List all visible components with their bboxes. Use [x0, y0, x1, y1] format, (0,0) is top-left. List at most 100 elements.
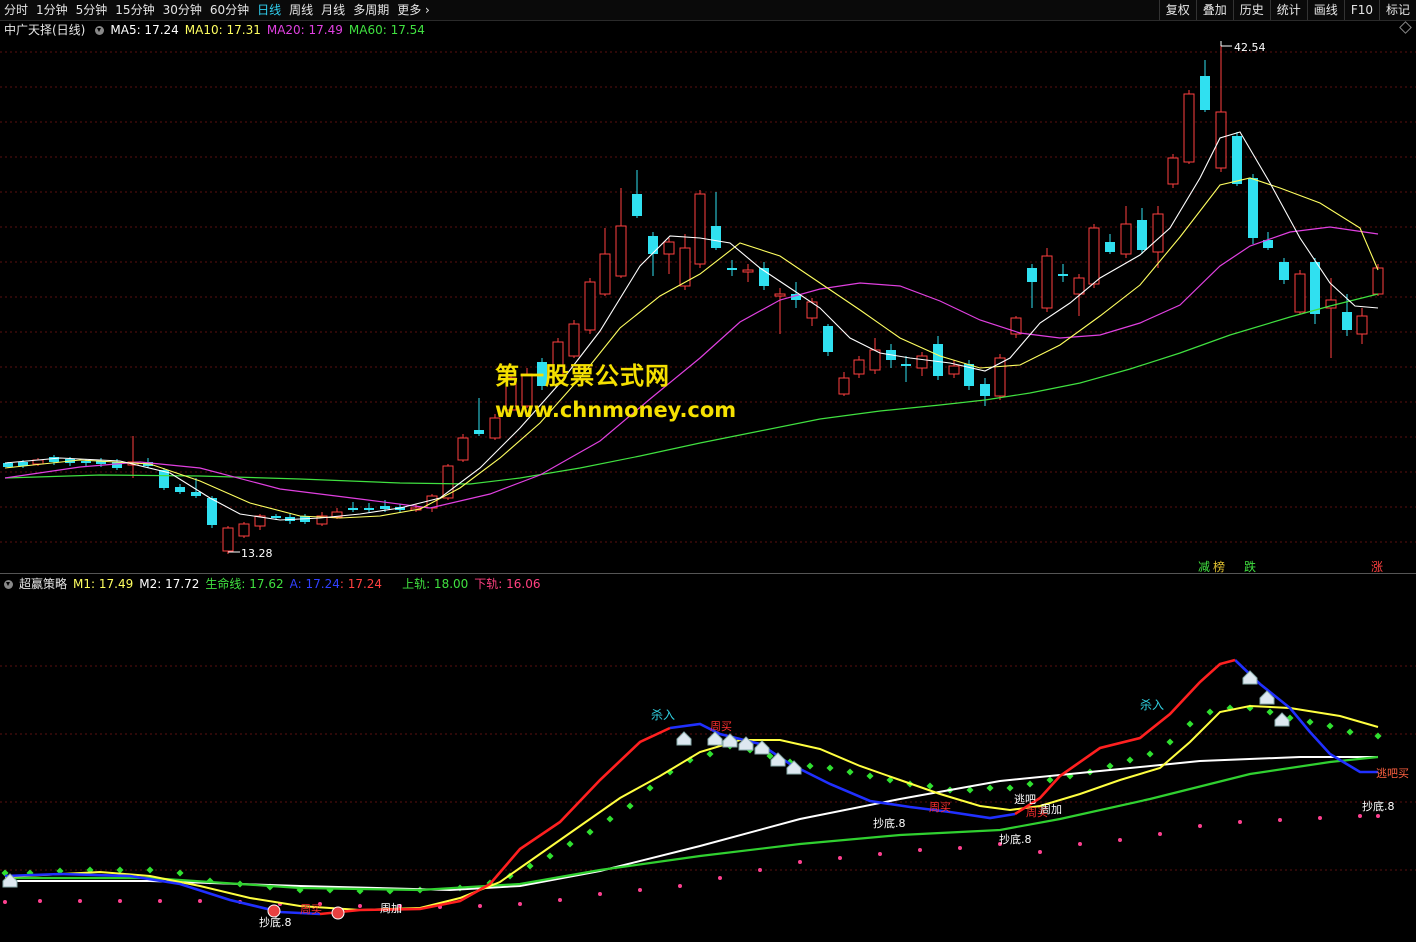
upper-band-dot — [146, 866, 154, 874]
tab-more-label: 更多 — [397, 3, 422, 17]
lower-band-label: 下轨: 16.06 — [474, 577, 541, 591]
tab-30min[interactable]: 30分钟 — [159, 0, 206, 20]
candle-body — [175, 487, 185, 492]
candle — [774, 288, 786, 334]
draw-line-button[interactable]: 画线 — [1306, 0, 1344, 20]
mark-button[interactable]: 标记 — [1378, 0, 1416, 20]
candle-body — [1342, 312, 1352, 330]
upper-band-dot — [1186, 720, 1194, 728]
lower-band-dot — [718, 876, 722, 880]
house-icon — [1274, 712, 1290, 727]
candle — [901, 356, 911, 382]
f10-button[interactable]: F10 — [1343, 0, 1379, 20]
candle-body — [1232, 136, 1242, 184]
lower-band-dot — [678, 884, 682, 888]
lower-band-dot — [3, 900, 7, 904]
candle — [663, 238, 675, 274]
tao-ba-label: 逃吧 — [1014, 793, 1036, 806]
overlay-button[interactable]: 叠加 — [1195, 0, 1233, 20]
indicator-dropdown-icon[interactable] — [4, 579, 13, 589]
candle-body — [632, 194, 642, 216]
bottom-label-2: 抄底.8 — [873, 816, 906, 830]
upper-band-dot — [1146, 750, 1154, 758]
upper-band-dot — [866, 772, 874, 780]
m2-label: M2: 17.72 — [139, 577, 200, 591]
candle-body — [1105, 242, 1115, 252]
tab-60min[interactable]: 60分钟 — [206, 0, 253, 20]
bottom-label-4: 抄底.8 — [1362, 799, 1395, 813]
tab-15min[interactable]: 15分钟 — [111, 0, 158, 20]
candle-body — [474, 430, 484, 434]
tab-multi-period[interactable]: 多周期 — [349, 0, 393, 20]
lower-band-dot — [1038, 850, 1042, 854]
candle — [853, 356, 865, 378]
candle-body — [1152, 213, 1164, 253]
statistics-button[interactable]: 统计 — [1269, 0, 1307, 20]
ma5-label: MA5: 17.24 — [110, 23, 179, 37]
candle-body — [1167, 157, 1179, 185]
upper-band-dot — [606, 815, 614, 823]
chevron-right-icon: › — [425, 3, 430, 17]
indicator-info-line: 超赢策略 M1: 17.49 M2: 17.72 生命线: 17.62 A: 1… — [0, 575, 547, 593]
candle — [1088, 224, 1100, 288]
upper-band-dot — [1206, 708, 1214, 716]
upper-band-dot — [586, 828, 594, 836]
stock-title: 中广天择(日线) — [4, 23, 86, 37]
main-gridlines — [0, 51, 1416, 543]
upper-band-dot — [826, 764, 834, 772]
tab-weekly[interactable]: 周线 — [285, 0, 317, 20]
indicator-chart[interactable]: 杀入 杀入 周买 周买 周买 周买 周加 周加 逃吧 逃吧买 抄底.8 抄底.8… — [0, 594, 1416, 942]
signal-zhang: 涨 — [1371, 559, 1383, 574]
candle-body — [442, 465, 454, 499]
tab-daily[interactable]: 日线 — [253, 0, 285, 20]
indicator-gridlines — [0, 665, 1416, 871]
period-toolbar: 分时 1分钟 5分钟 15分钟 30分钟 60分钟 日线 周线 月线 多周期 更… — [0, 0, 1416, 21]
candle-body — [727, 268, 737, 270]
candle — [1232, 132, 1242, 186]
tab-5min[interactable]: 5分钟 — [72, 0, 112, 20]
candle — [838, 372, 850, 396]
candlestick-chart[interactable]: 42.54 13.28 减 榜 跌 涨 — [0, 38, 1416, 574]
tab-intraday[interactable]: 分时 — [0, 0, 32, 20]
history-button[interactable]: 历史 — [1232, 0, 1270, 20]
candle — [584, 278, 596, 334]
restore-rights-button[interactable]: 复权 — [1158, 0, 1196, 20]
lower-band-dot — [1278, 818, 1282, 822]
house-icon — [1242, 670, 1258, 685]
upper-band-dot — [546, 852, 554, 860]
candle — [1215, 41, 1227, 172]
lower-band-dot — [638, 888, 642, 892]
candle-body — [348, 508, 358, 510]
ma60-label: MA60: 17.54 — [348, 23, 425, 37]
candle — [742, 264, 754, 282]
candle-body — [838, 377, 850, 395]
candle — [1058, 264, 1068, 282]
upper-band-dot — [846, 768, 854, 776]
bottom-label-1: 抄底.8 — [259, 915, 292, 929]
dropdown-icon[interactable] — [95, 25, 105, 35]
tab-1min[interactable]: 1分钟 — [32, 0, 72, 20]
lower-band-dot — [1118, 838, 1122, 842]
lower-band-dot — [478, 904, 482, 908]
ma5-line — [4, 131, 1379, 521]
candle — [869, 338, 881, 374]
candle-body — [648, 236, 658, 254]
diamond-icon[interactable] — [1399, 21, 1412, 34]
candle-body — [457, 437, 469, 461]
panel-divider — [0, 573, 1416, 574]
candle-body — [711, 226, 721, 248]
lower-band-dot — [1238, 820, 1242, 824]
tab-monthly[interactable]: 月线 — [317, 0, 349, 20]
candle — [1041, 248, 1053, 312]
lower-band-dot — [158, 899, 162, 903]
lower-band-dot — [118, 899, 122, 903]
tao-ba-mai-label: 逃吧买 — [1376, 767, 1409, 780]
zhou-jia-label-2: 周加 — [380, 902, 402, 915]
candle-body — [933, 344, 943, 376]
watermark-title: 第一股票公式网 — [495, 362, 670, 390]
candle-body — [1058, 274, 1068, 276]
candle — [694, 190, 706, 268]
tab-more[interactable]: 更多 › — [393, 0, 434, 20]
house-icon — [770, 752, 786, 767]
upper-band-dot — [1026, 780, 1034, 788]
